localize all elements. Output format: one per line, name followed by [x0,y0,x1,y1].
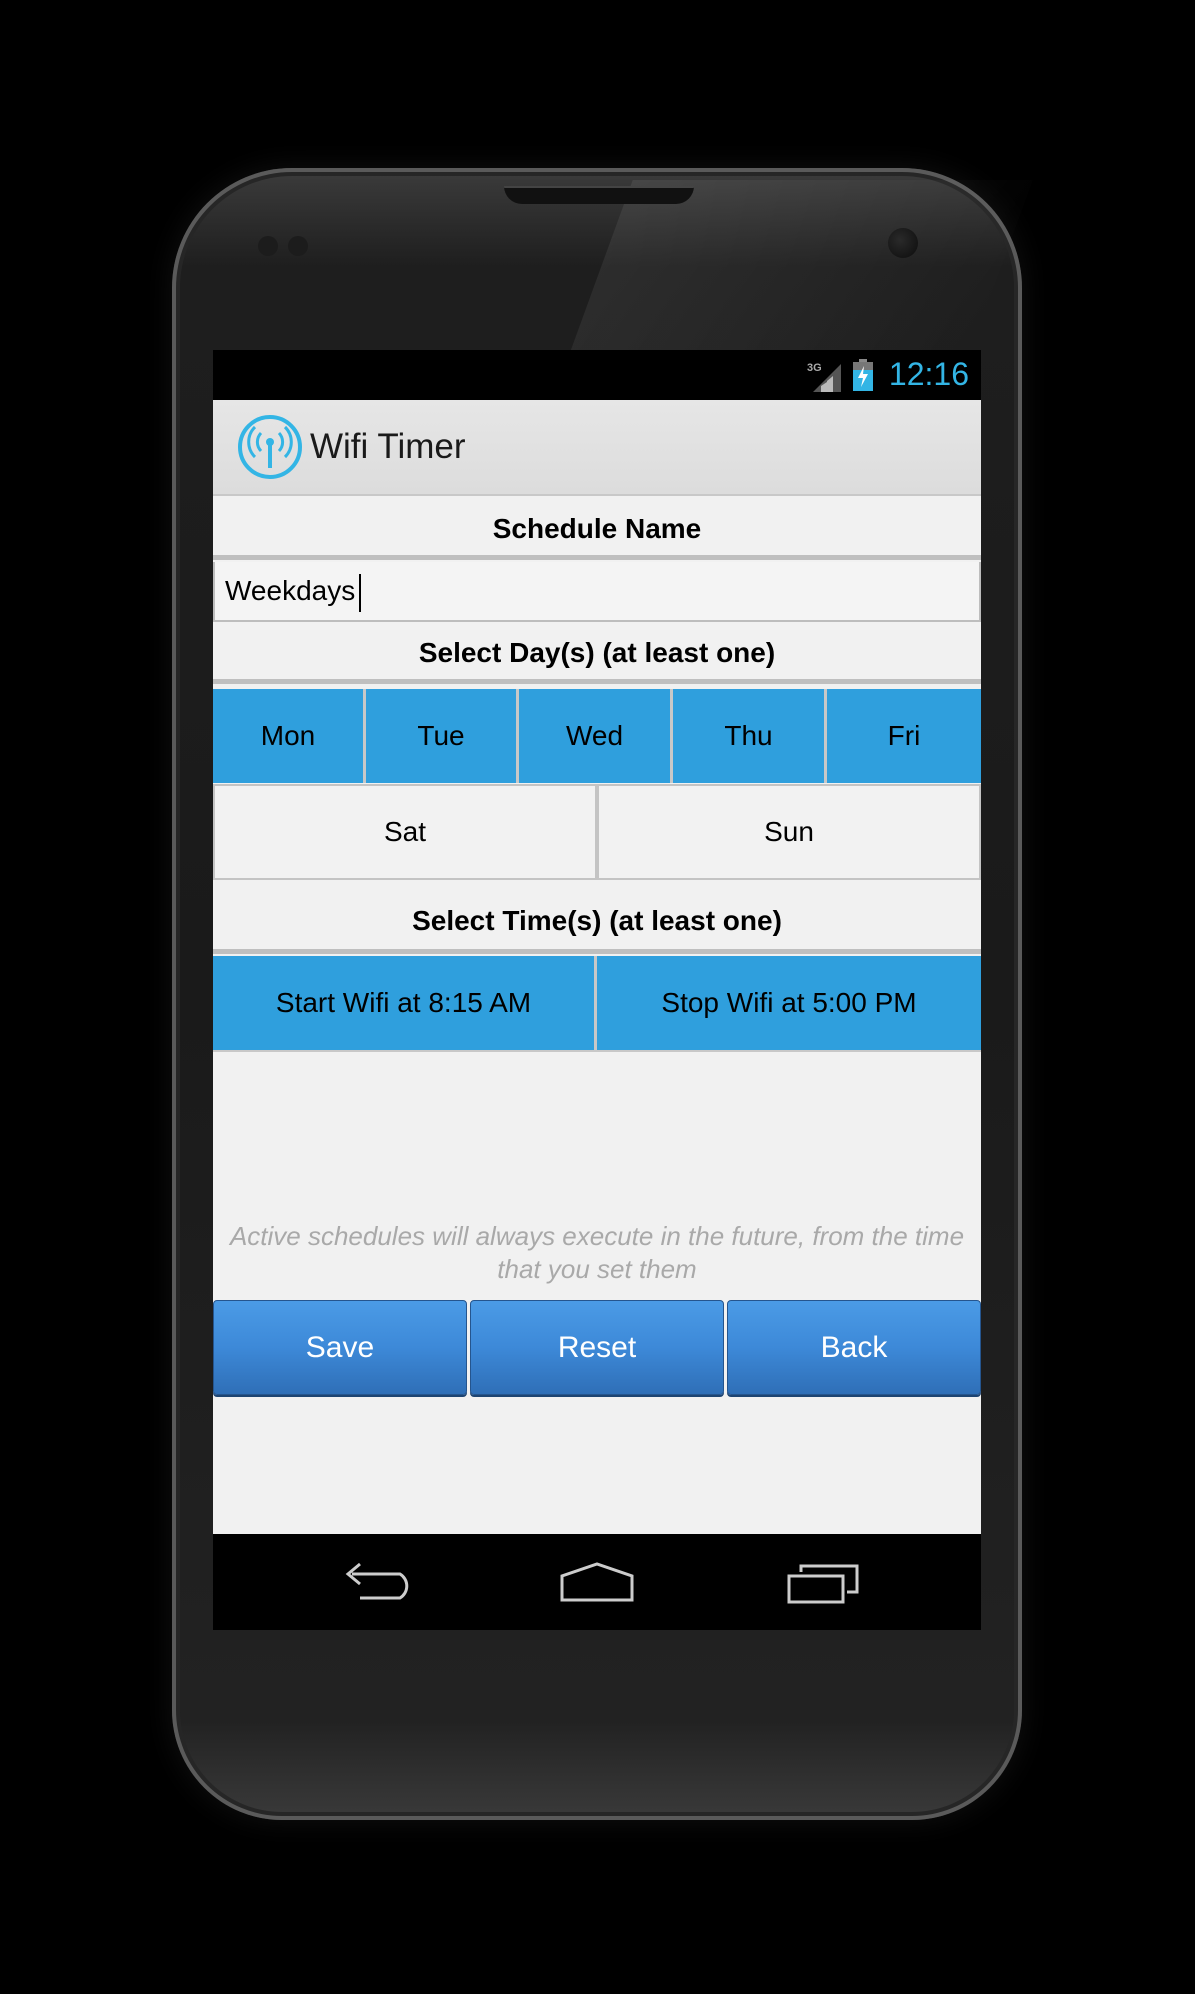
back-arrow-icon[interactable] [338,1562,412,1604]
stop-wifi-time-button[interactable]: Stop Wifi at 5:00 PM [597,956,981,1050]
select-times-label: Select Time(s) (at least one) [213,888,981,954]
proximity-sensor [258,236,278,256]
app-title: Wifi Timer [310,427,466,466]
schedule-note: Active schedules will always execute in … [229,1221,965,1284]
reset-button[interactable]: Reset [470,1300,724,1395]
screen: 3G 12:16 Wifi Timer Schedule Name Sele [213,350,981,1630]
recent-apps-icon[interactable] [787,1562,861,1604]
day-toggle-sat[interactable]: Sat [213,784,597,880]
divider [213,1050,981,1052]
start-wifi-time-button[interactable]: Start Wifi at 8:15 AM [213,956,597,1050]
select-days-label: Select Day(s) (at least one) [213,622,981,684]
schedule-name-input[interactable] [213,562,981,622]
day-toggle-thu[interactable]: Thu [673,689,827,783]
signal-3g-icon: 3G [807,362,841,392]
day-toggle-tue[interactable]: Tue [366,689,519,783]
day-toggle-wed[interactable]: Wed [519,689,673,783]
svg-text:3G: 3G [807,362,822,374]
navigation-bar [213,1534,981,1630]
earpiece-speaker [504,186,694,204]
front-camera [888,228,918,258]
action-bar: Wifi Timer [213,400,981,496]
schedule-name-label: Schedule Name [213,498,981,560]
wifi-antenna-icon [238,415,302,479]
back-button[interactable]: Back [727,1300,981,1395]
day-toggle-fri[interactable]: Fri [827,689,981,783]
home-icon[interactable] [560,1562,634,1604]
battery-charging-icon [853,359,873,391]
light-sensor [288,236,308,256]
text-cursor [359,574,361,612]
day-toggle-mon[interactable]: Mon [213,689,366,783]
day-toggle-sun[interactable]: Sun [597,784,981,880]
status-bar: 3G 12:16 [213,350,981,400]
save-button[interactable]: Save [213,1300,467,1395]
clock: 12:16 [888,356,969,392]
